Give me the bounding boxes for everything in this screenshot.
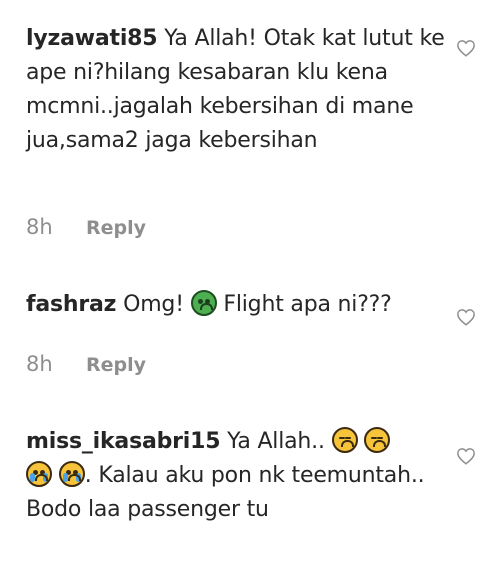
reply-button[interactable]: Reply <box>86 217 146 239</box>
heart-outline-icon[interactable] <box>456 447 476 465</box>
heart-outline-icon[interactable] <box>456 39 476 57</box>
loudly-crying-face-emoji <box>26 461 52 487</box>
comment: fashraz Omg! Flight apa ni??? <box>26 288 446 322</box>
reply-button[interactable]: Reply <box>86 354 146 376</box>
nauseated-face-emoji <box>190 290 217 316</box>
comment-username[interactable]: miss_ikasabri15 <box>26 429 221 454</box>
tired-face-emoji <box>364 427 391 453</box>
comment-meta: 8h Reply <box>26 352 146 376</box>
comment-meta: 8h Reply <box>26 215 146 239</box>
comment-text: Ya Allah.. <box>227 429 325 454</box>
comment-username[interactable]: lyzawati85 <box>26 26 158 51</box>
comment-text: Flight apa ni??? <box>223 292 392 317</box>
comment: lyzawati85 Ya Allah! Otak kat lutut ke a… <box>26 22 446 158</box>
comment-time: 8h <box>26 215 53 239</box>
comment-text: . Kalau aku pon nk teemuntah.. Bodo laa … <box>26 463 425 522</box>
heart-outline-icon[interactable] <box>456 308 476 326</box>
comment-username[interactable]: fashraz <box>26 292 116 317</box>
tired-face-emoji <box>331 427 358 453</box>
comment-time: 8h <box>26 352 53 376</box>
comment: miss_ikasabri15 Ya Allah.. . Kalau aku p… <box>26 425 446 527</box>
comment-text: Omg! <box>123 292 184 317</box>
loudly-crying-face-emoji <box>58 461 85 487</box>
